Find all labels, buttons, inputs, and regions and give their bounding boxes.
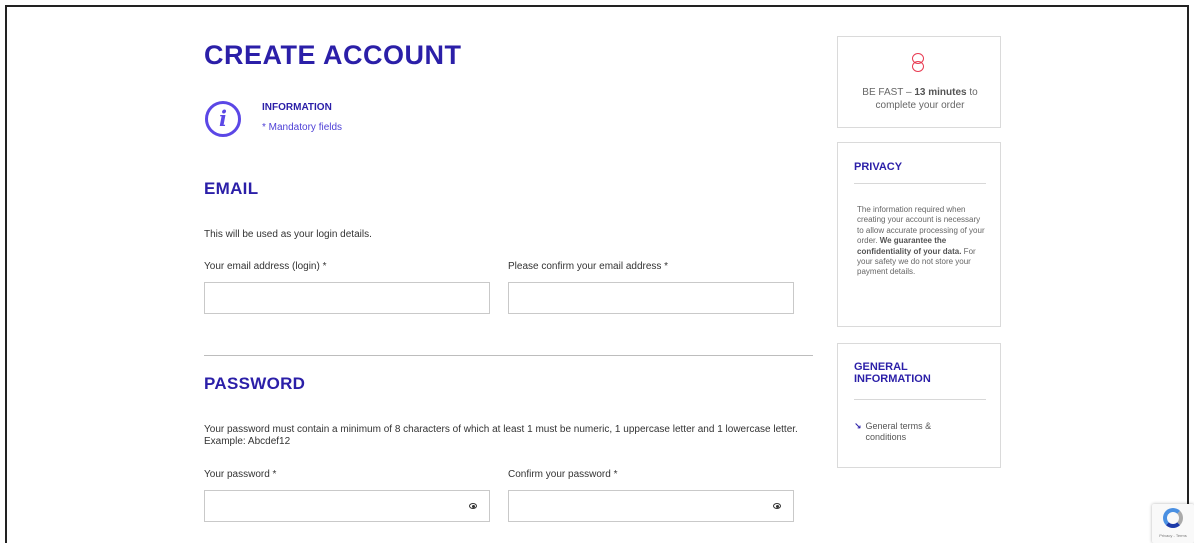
browser-frame xyxy=(5,5,1189,543)
recaptcha-text[interactable]: Privacy - Terms xyxy=(1154,533,1192,538)
recaptcha-badge[interactable]: Privacy - Terms xyxy=(1152,504,1194,543)
confirm-password-field[interactable] xyxy=(508,490,794,522)
general-info-card: GENERAL INFORMATION ↘ General terms & con… xyxy=(837,343,1001,468)
page-title: CREATE ACCOUNT xyxy=(204,40,462,70)
privacy-card: PRIVACY The information required when cr… xyxy=(837,142,1001,327)
eye-icon[interactable] xyxy=(469,503,477,509)
email-section-title: EMAIL xyxy=(204,179,259,198)
email-login-label: Your email address (login) * xyxy=(204,261,327,272)
password-description: Your password must contain a minimum of … xyxy=(204,424,798,447)
privacy-title: PRIVACY xyxy=(854,161,903,173)
timer-card: BE FAST – 13 minutes to complete your or… xyxy=(837,36,1001,128)
general-info-title: GENERAL INFORMATION xyxy=(854,361,931,385)
section-divider xyxy=(204,355,813,356)
timer-icon xyxy=(912,53,924,73)
general-terms-link[interactable]: ↘ General terms & conditions xyxy=(854,421,950,443)
email-confirm-label: Please confirm your email address * xyxy=(508,261,669,272)
password-field[interactable] xyxy=(204,490,490,522)
confirm-email-field[interactable] xyxy=(508,282,794,314)
info-title: INFORMATION xyxy=(262,102,332,113)
mandatory-fields-note: * Mandatory fields xyxy=(262,122,343,133)
recaptcha-icon xyxy=(1163,508,1183,528)
timer-text: BE FAST – 13 minutes to complete your or… xyxy=(862,87,978,111)
info-circle-icon: i xyxy=(205,101,241,137)
privacy-separator xyxy=(854,183,986,184)
email-field[interactable] xyxy=(204,282,490,314)
general-info-separator xyxy=(854,399,986,400)
password-label: Your password * xyxy=(204,469,277,480)
confirm-password-label: Confirm your password * xyxy=(508,469,618,480)
password-section-title: PASSWORD xyxy=(204,374,306,393)
eye-icon[interactable] xyxy=(773,503,781,509)
privacy-text: The information required when creating y… xyxy=(857,205,985,277)
email-description: This will be used as your login details. xyxy=(204,229,372,240)
arrow-down-right-icon: ↘ xyxy=(854,421,862,431)
